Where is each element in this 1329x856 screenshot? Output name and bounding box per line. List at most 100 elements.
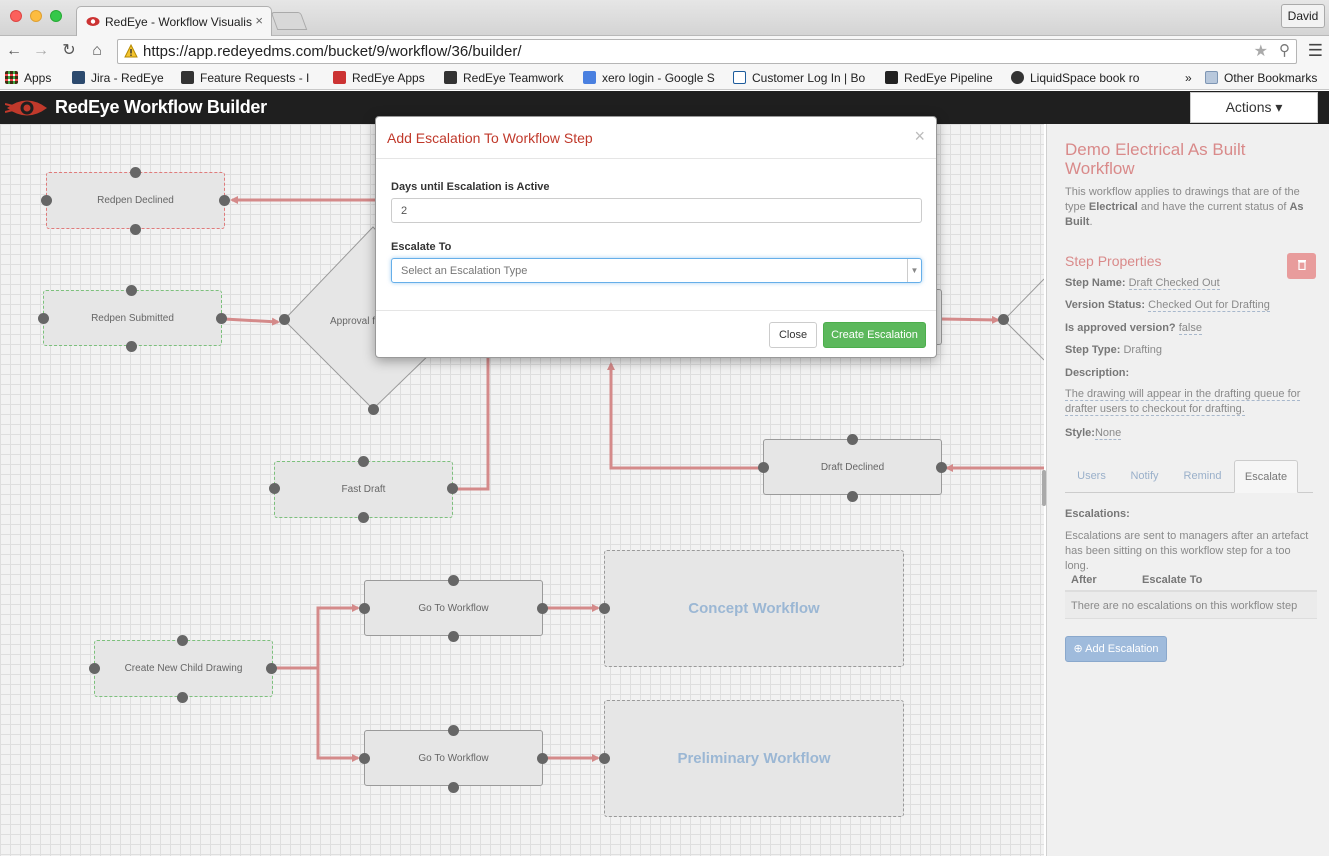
connector-child-to-goto-2[interactable] <box>316 668 360 762</box>
connection-handle[interactable] <box>130 224 141 235</box>
connection-handle[interactable] <box>936 462 947 473</box>
node-create-new-child-drawing[interactable]: Create New Child Drawing <box>94 640 273 697</box>
connection-handle[interactable] <box>219 195 230 206</box>
bookmark-customer-login[interactable]: Customer Log In | Bo <box>733 71 869 85</box>
node-fast-draft[interactable]: Fast Draft <box>274 461 453 518</box>
node-redpen-submitted[interactable]: Redpen Submitted <box>43 290 222 346</box>
decision-shape-partial[interactable] <box>1003 278 1044 361</box>
jira-icon <box>72 71 85 84</box>
connection-handle[interactable] <box>266 663 277 674</box>
node-draft-declined[interactable]: Draft Declined <box>763 439 942 495</box>
close-button[interactable]: Close <box>769 322 817 348</box>
home-icon[interactable]: ⌂ <box>87 41 107 61</box>
connection-handle[interactable] <box>359 603 370 614</box>
profile-button[interactable]: David <box>1281 4 1325 28</box>
connection-handle[interactable] <box>358 456 369 467</box>
bookmark-redeye-apps[interactable]: RedEye Apps <box>333 71 429 85</box>
bookmark-liquidspace[interactable]: LiquidSpace book ro <box>1011 71 1147 85</box>
tab-notify[interactable]: Notify <box>1118 460 1171 493</box>
connection-handle[interactable] <box>216 313 227 324</box>
connection-handle[interactable] <box>847 434 858 445</box>
escalate-to-label: Escalate To <box>391 241 452 253</box>
connection-handle[interactable] <box>448 725 459 736</box>
node-go-to-workflow-2[interactable]: Go To Workflow <box>364 730 543 786</box>
step-type-value: Drafting <box>1123 344 1163 356</box>
style-value[interactable]: None <box>1094 427 1122 440</box>
window-close-button[interactable] <box>10 10 22 22</box>
new-tab-button[interactable] <box>270 12 308 30</box>
connector-draft-declined[interactable] <box>607 362 764 470</box>
connection-handle[interactable] <box>758 462 769 473</box>
connection-handle[interactable] <box>359 753 370 764</box>
bookmark-redeye-teamwork[interactable]: RedEye Teamwork <box>444 71 568 85</box>
node-concept-workflow[interactable]: Concept Workflow <box>604 550 904 667</box>
address-bar[interactable]: https://app.redeyedms.com/bucket/9/workf… <box>117 39 1297 64</box>
connection-handle[interactable] <box>847 491 858 502</box>
connection-handle[interactable] <box>447 483 458 494</box>
connection-handle[interactable] <box>998 314 1009 325</box>
connection-handle[interactable] <box>599 753 610 764</box>
bookmark-redeye-pipeline[interactable]: RedEye Pipeline <box>885 71 1000 85</box>
reload-icon[interactable]: ↻ <box>59 41 79 61</box>
connection-handle[interactable] <box>130 167 141 178</box>
connection-handle[interactable] <box>89 663 100 674</box>
pipeline-icon <box>885 71 898 84</box>
connection-handle[interactable] <box>177 635 188 646</box>
bookmark-jira[interactable]: Jira - RedEye <box>72 71 168 85</box>
step-name-value[interactable]: Draft Checked Out <box>1128 277 1220 290</box>
connection-handle[interactable] <box>126 285 137 296</box>
bookmark-apps[interactable]: Apps <box>5 71 60 85</box>
escalation-type-placeholder: Select an Escalation Type <box>401 265 528 277</box>
search-icon[interactable]: ⚲ <box>1279 41 1290 59</box>
node-preliminary-workflow[interactable]: Preliminary Workflow <box>604 700 904 817</box>
close-icon[interactable]: × <box>914 127 925 145</box>
bookmarks-overflow-icon[interactable]: » <box>1185 71 1192 85</box>
connection-handle[interactable] <box>177 692 188 703</box>
connector-child-to-goto-1[interactable] <box>271 604 360 670</box>
add-escalation-button[interactable]: ⊕ Add Escalation <box>1065 636 1167 662</box>
tab-remind[interactable]: Remind <box>1171 460 1234 493</box>
connection-handle[interactable] <box>41 195 52 206</box>
delete-step-button[interactable] <box>1287 253 1316 279</box>
bookmark-star-icon[interactable]: ★ <box>1254 41 1268 61</box>
step-type-row: Step Type: Drafting <box>1065 344 1163 356</box>
connection-handle[interactable] <box>537 603 548 614</box>
window-maximize-button[interactable] <box>50 10 62 22</box>
description-value[interactable]: The drawing will appear in the drafting … <box>1065 387 1310 417</box>
escalation-type-select[interactable]: Select an Escalation Type ▼ <box>391 258 922 283</box>
node-redpen-declined[interactable]: Redpen Declined <box>46 172 225 229</box>
version-status-value[interactable]: Checked Out for Drafting <box>1148 299 1270 312</box>
connector-to-right-decision[interactable] <box>940 315 1000 324</box>
actions-dropdown-button[interactable]: Actions ▾ <box>1190 92 1318 123</box>
style-row: Style:None <box>1065 427 1122 440</box>
connection-handle[interactable] <box>448 631 459 642</box>
tab-close-icon[interactable]: × <box>255 13 263 28</box>
connection-handle[interactable] <box>599 603 610 614</box>
connection-handle[interactable] <box>368 404 379 415</box>
window-minimize-button[interactable] <box>30 10 42 22</box>
connection-handle[interactable] <box>126 341 137 352</box>
create-escalation-button[interactable]: Create Escalation <box>823 322 926 348</box>
connection-handle[interactable] <box>448 575 459 586</box>
connection-handle[interactable] <box>38 313 49 324</box>
tab-escalate[interactable]: Escalate <box>1234 460 1298 493</box>
tab-users[interactable]: Users <box>1065 460 1118 493</box>
browser-menu-icon[interactable]: ☰ <box>1308 41 1323 61</box>
modal-title: Add Escalation To Workflow Step <box>387 130 593 146</box>
back-arrow-icon[interactable]: ← <box>4 41 24 61</box>
bookmark-feature-requests[interactable]: Feature Requests - I <box>181 71 317 85</box>
forward-arrow-icon[interactable]: → <box>31 41 51 61</box>
bookmark-other[interactable]: Other Bookmarks <box>1205 71 1317 85</box>
approved-version-value[interactable]: false <box>1178 322 1202 335</box>
connector-redpen-to-approval[interactable] <box>223 317 280 326</box>
bookmark-xero-login[interactable]: xero login - Google S <box>583 71 719 85</box>
connector-fast-draft[interactable] <box>452 356 490 491</box>
connection-handle[interactable] <box>537 753 548 764</box>
connection-handle[interactable] <box>448 782 459 793</box>
connection-handle[interactable] <box>279 314 290 325</box>
browser-tab[interactable]: RedEye - Workflow Visualis × <box>76 6 272 37</box>
node-go-to-workflow-1[interactable]: Go To Workflow <box>364 580 543 636</box>
connection-handle[interactable] <box>269 483 280 494</box>
connection-handle[interactable] <box>358 512 369 523</box>
days-until-escalation-input[interactable] <box>391 198 922 223</box>
